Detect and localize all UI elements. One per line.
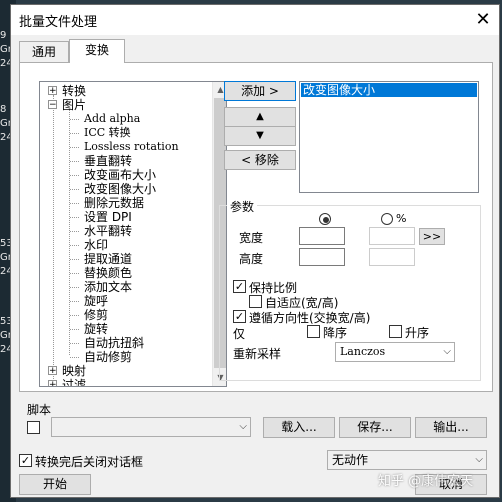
close-button[interactable]: ✕ <box>469 7 497 33</box>
adaptive-checkbox[interactable] <box>249 295 262 308</box>
percent-radio[interactable] <box>381 213 393 225</box>
only-label: 仅 <box>233 327 246 341</box>
tree-connector <box>70 175 79 176</box>
tree-item-label: 修剪 <box>84 308 109 322</box>
tree-item-label: 改变画布大小 <box>84 168 157 182</box>
decrease-checkbox[interactable] <box>307 325 320 338</box>
tree-item-label: 转换 <box>62 84 87 98</box>
script-select[interactable]: ⌵ <box>51 417 251 437</box>
resample-select[interactable]: Lanczos ⌵ <box>335 342 455 362</box>
tree-connector <box>70 161 79 162</box>
width-percent-field[interactable] <box>369 227 415 245</box>
tree-item-label: 垂直翻转 <box>84 154 133 168</box>
decrease-label: 降序 <box>323 326 348 340</box>
list-item[interactable]: 改变图像大小 <box>301 83 477 97</box>
tree-item-label: 映射 <box>62 364 87 378</box>
tree-connector <box>70 119 79 120</box>
tree-connector <box>70 301 79 302</box>
title-bar: 批量文件处理 ✕ <box>11 5 499 35</box>
tree-item-label: 自动修剪 <box>84 350 133 364</box>
width-field[interactable] <box>299 227 345 245</box>
tree-connector <box>70 189 79 190</box>
action-select[interactable]: 无动作 ⌵ <box>327 450 487 470</box>
zhihu-watermark: 知乎 @康伟宏天 <box>378 474 474 489</box>
tree-item-label: 旋呼 <box>84 294 109 308</box>
width-label: 宽度 <box>239 231 264 245</box>
remove-button[interactable]: < 移除 <box>224 150 296 170</box>
params-title: 参数 <box>227 198 258 215</box>
tree-item-label: 图片 <box>62 98 87 112</box>
resample-label: 重新采样 <box>233 347 282 361</box>
script-checkbox[interactable] <box>27 421 40 434</box>
chevron-down-icon: ⌵ <box>239 421 247 432</box>
tab-transform[interactable]: 变换 <box>69 39 125 63</box>
collapse-icon[interactable]: − <box>48 100 57 110</box>
desktop-text: 8 <box>0 104 7 115</box>
expand-icon[interactable]: + <box>48 380 57 386</box>
tree-connector <box>69 109 70 355</box>
close-after-checkbox[interactable]: ✓ <box>19 454 32 467</box>
tree-item-label: 旋转 <box>84 322 109 336</box>
percent-label: % <box>396 212 407 225</box>
keep-ratio-checkbox[interactable]: ✓ <box>233 280 246 293</box>
tree-item-label: 改变图像大小 <box>84 182 157 196</box>
add-button[interactable]: 添加 > <box>224 81 296 101</box>
expand-icon[interactable]: + <box>48 366 57 376</box>
tree-item-label: 过滤 <box>62 378 87 387</box>
operations-list[interactable]: 改变图像大小 <box>299 81 479 193</box>
tree-connector <box>70 273 79 274</box>
tree-connector <box>70 343 79 344</box>
save-button[interactable]: 保存... <box>339 417 411 438</box>
tree-item-label: 水平翻转 <box>84 224 133 238</box>
pixel-radio[interactable] <box>319 213 331 225</box>
more-button[interactable]: >> <box>419 228 445 245</box>
follow-orientation-label: 遵循方向性(交换宽/高) <box>249 311 371 325</box>
tree-connector <box>70 329 79 330</box>
tree-connector <box>70 357 79 358</box>
desktop-text: 9 <box>0 30 7 41</box>
height-field[interactable] <box>299 248 345 266</box>
tree-connector <box>70 203 79 204</box>
chevron-down-icon: ⌵ <box>475 454 483 465</box>
tree-connector <box>70 287 79 288</box>
follow-orientation-checkbox[interactable]: ✓ <box>233 310 246 323</box>
batch-dialog: 批量文件处理 ✕ 通用 变换 + 转换 − 图片 Add alpha ICC 转换 Loss… <box>10 4 500 498</box>
move-down-button[interactable]: ▼ <box>224 126 296 146</box>
chevron-down-icon: ⌵ <box>443 346 451 357</box>
height-label: 高度 <box>239 252 264 266</box>
tree-item-label: 设置 DPI <box>84 210 132 224</box>
load-button[interactable]: 载入... <box>263 417 335 438</box>
dialog-title: 批量文件处理 <box>19 15 98 30</box>
tree-connector <box>70 231 79 232</box>
move-up-button[interactable]: ▲ <box>224 107 296 127</box>
expand-icon[interactable]: + <box>48 86 57 96</box>
tree-item-label: ICC 转换 <box>84 126 131 139</box>
start-button[interactable]: 开始 <box>19 474 91 495</box>
transform-tree[interactable]: + 转换 − 图片 Add alpha ICC 转换 Lossless rotation 垂直… <box>39 81 227 387</box>
tree-connector <box>70 259 79 260</box>
tab-general[interactable]: 通用 <box>19 41 69 63</box>
tree-item-label: Add alpha <box>84 112 141 125</box>
tree-item-label: 删除元数据 <box>84 196 145 210</box>
close-after-label: 转换完后关闭对话框 <box>35 455 144 469</box>
action-value: 无动作 <box>332 453 369 467</box>
increase-checkbox[interactable] <box>389 325 402 338</box>
tree-connector <box>70 217 79 218</box>
resample-value: Lanczos <box>340 345 386 358</box>
tree-connector <box>70 315 79 316</box>
export-button[interactable]: 输出... <box>415 417 487 438</box>
tree-item-label: Lossless rotation <box>84 140 179 153</box>
tree-connector <box>70 147 79 148</box>
increase-label: 升序 <box>405 326 430 340</box>
tree-connector <box>70 245 79 246</box>
height-percent-field[interactable] <box>369 248 415 266</box>
tree-connector <box>70 133 79 134</box>
tree-item-label: 替换颜色 <box>84 266 133 280</box>
script-label: 脚本 <box>27 403 52 417</box>
tree-item-label: 提取通道 <box>84 252 133 266</box>
tree-item-label: 水印 <box>84 238 109 252</box>
tree-connector <box>53 95 54 383</box>
tree-item-label: 添加文本 <box>84 280 133 294</box>
tree-item-label: 自动抗扭斜 <box>84 336 145 350</box>
